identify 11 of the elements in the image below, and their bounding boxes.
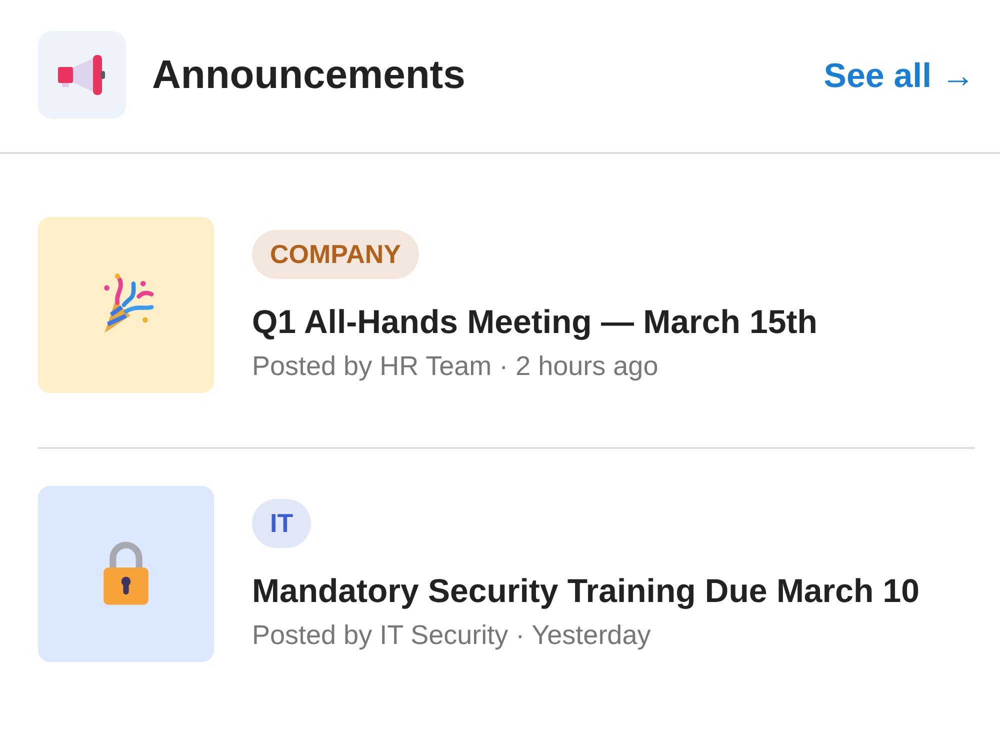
category-tag: COMPANY xyxy=(252,230,419,279)
see-all-link[interactable]: See all → xyxy=(824,56,975,96)
category-tag: IT xyxy=(252,499,312,548)
announcement-meta: Posted by HR Team · 2 hours ago xyxy=(252,350,658,382)
announcement-title[interactable]: Mandatory Security Training Due March 10 xyxy=(252,566,920,616)
padlock-icon xyxy=(38,486,214,662)
section-title: Announcements xyxy=(152,52,466,98)
announcement-title[interactable]: Q1 All-Hands Meeting — March 15th xyxy=(252,297,818,346)
party-popper-icon xyxy=(38,217,214,393)
announcement-meta: Posted by IT Security · Yesterday xyxy=(252,620,651,650)
megaphone-icon xyxy=(38,31,126,119)
